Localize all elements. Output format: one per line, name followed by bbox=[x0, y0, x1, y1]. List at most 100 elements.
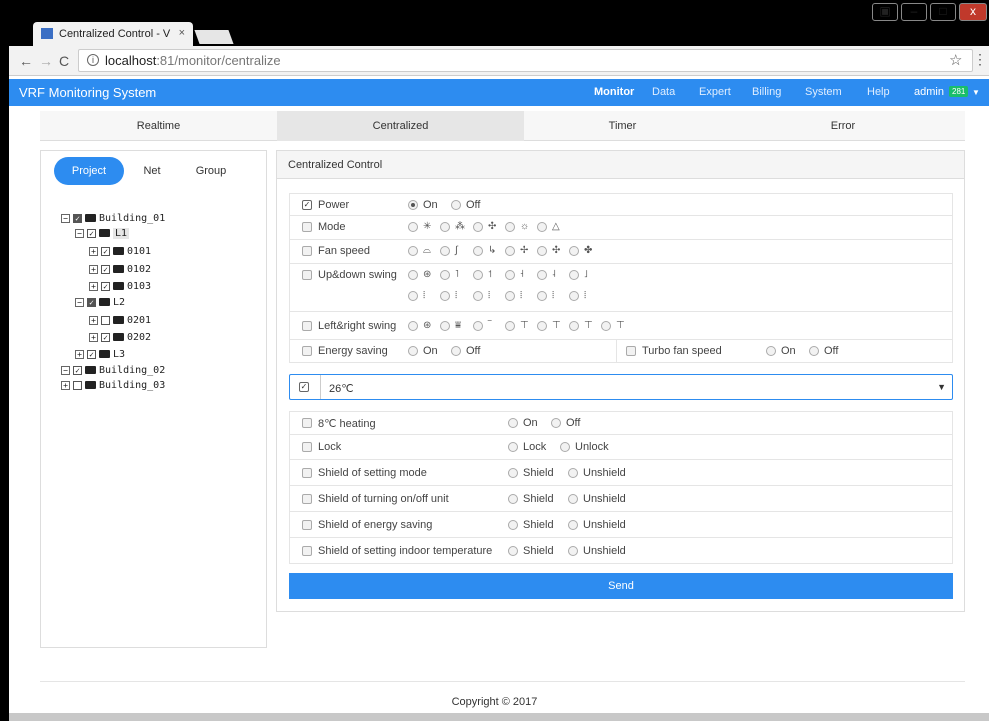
power-off-radio[interactable] bbox=[451, 200, 461, 210]
option-b-radio[interactable] bbox=[560, 442, 570, 452]
tree-node-building-01[interactable]: − ✓ Building_01 bbox=[61, 213, 165, 225]
window-restore-button[interactable]: ▣ bbox=[872, 3, 898, 21]
nav-monitor[interactable]: Monitor bbox=[594, 86, 634, 98]
mode-radio[interactable] bbox=[440, 222, 450, 232]
collapse-icon[interactable]: − bbox=[61, 213, 70, 223]
mode-radio[interactable] bbox=[537, 222, 547, 232]
pill-group[interactable]: Group bbox=[186, 157, 236, 185]
expand-icon[interactable]: + bbox=[61, 380, 70, 390]
option-a-radio[interactable] bbox=[508, 442, 518, 452]
collapse-icon[interactable]: − bbox=[75, 297, 84, 307]
browser-menu-icon[interactable]: ⋮ bbox=[973, 51, 987, 68]
tree-checkbox[interactable]: ✓ bbox=[87, 297, 96, 307]
browser-tab[interactable]: Centralized Control - V × bbox=[33, 22, 193, 46]
turbo-off-radio[interactable] bbox=[809, 346, 819, 356]
swing-radio[interactable] bbox=[473, 270, 483, 280]
power-checkbox[interactable]: ✓ bbox=[302, 200, 312, 210]
nav-expert[interactable]: Expert bbox=[699, 86, 731, 98]
tab-error[interactable]: Error bbox=[721, 111, 965, 141]
option-b-radio[interactable] bbox=[551, 418, 561, 428]
option-a-radio[interactable] bbox=[508, 520, 518, 530]
row-checkbox[interactable] bbox=[302, 468, 312, 478]
reload-icon[interactable]: C bbox=[59, 53, 69, 69]
swing-radio[interactable] bbox=[569, 291, 579, 301]
site-info-icon[interactable]: i bbox=[87, 54, 99, 66]
energy-checkbox[interactable] bbox=[302, 346, 312, 356]
tree-checkbox[interactable]: ✓ bbox=[101, 332, 110, 342]
lr-swing-radio[interactable] bbox=[408, 321, 418, 331]
swing-radio[interactable] bbox=[505, 291, 515, 301]
tree-node-l2[interactable]: − ✓ L2 bbox=[75, 297, 125, 309]
collapse-icon[interactable]: − bbox=[75, 228, 84, 238]
row-checkbox[interactable] bbox=[302, 546, 312, 556]
mode-radio[interactable] bbox=[473, 222, 483, 232]
swing-radio[interactable] bbox=[569, 270, 579, 280]
nav-help[interactable]: Help bbox=[867, 86, 890, 98]
tab-realtime[interactable]: Realtime bbox=[40, 111, 277, 141]
tree-node-l1[interactable]: − ✓ L1 bbox=[75, 228, 130, 240]
lr-swing-radio[interactable] bbox=[505, 321, 515, 331]
fan-radio[interactable] bbox=[440, 246, 450, 256]
nav-system[interactable]: System bbox=[805, 86, 842, 98]
tree-node-building-03[interactable]: + Building_03 bbox=[61, 380, 165, 392]
collapse-icon[interactable]: − bbox=[61, 365, 70, 375]
chevron-down-icon[interactable]: ▼ bbox=[937, 382, 946, 392]
option-b-radio[interactable] bbox=[568, 546, 578, 556]
window-close-button[interactable]: x bbox=[959, 3, 987, 21]
tree-node-l3[interactable]: + ✓ L3 bbox=[75, 349, 125, 361]
swing-radio[interactable] bbox=[408, 291, 418, 301]
lr-swing-radio[interactable] bbox=[473, 321, 483, 331]
mode-radio[interactable] bbox=[505, 222, 515, 232]
swing-radio[interactable] bbox=[537, 270, 547, 280]
option-a-radio[interactable] bbox=[508, 468, 518, 478]
power-on-radio[interactable] bbox=[408, 200, 418, 210]
option-a-radio[interactable] bbox=[508, 546, 518, 556]
window-maximize-button[interactable]: □ bbox=[930, 3, 956, 21]
tree-node-0201[interactable]: +0201 bbox=[89, 315, 151, 327]
expand-icon[interactable]: + bbox=[89, 264, 98, 274]
swing-radio[interactable] bbox=[440, 270, 450, 280]
fan-speed-checkbox[interactable] bbox=[302, 246, 312, 256]
fan-radio[interactable] bbox=[537, 246, 547, 256]
lr-swing-radio[interactable] bbox=[569, 321, 579, 331]
tree-checkbox[interactable] bbox=[101, 315, 110, 325]
temperature-select[interactable]: ✓ 26℃ ▼ bbox=[289, 374, 953, 400]
mode-checkbox[interactable] bbox=[302, 222, 312, 232]
option-b-radio[interactable] bbox=[568, 494, 578, 504]
expand-icon[interactable]: + bbox=[89, 246, 98, 256]
option-b-radio[interactable] bbox=[568, 468, 578, 478]
tree-checkbox[interactable]: ✓ bbox=[101, 264, 110, 274]
energy-on-radio[interactable] bbox=[408, 346, 418, 356]
pill-net[interactable]: Net bbox=[132, 157, 172, 185]
fan-radio[interactable] bbox=[569, 246, 579, 256]
swing-radio[interactable] bbox=[537, 291, 547, 301]
user-dropdown-icon[interactable]: ▼ bbox=[972, 88, 980, 97]
lr-swing-radio[interactable] bbox=[537, 321, 547, 331]
expand-icon[interactable]: + bbox=[89, 315, 98, 325]
nav-billing[interactable]: Billing bbox=[752, 86, 781, 98]
bookmark-star-icon[interactable]: ☆ bbox=[949, 51, 962, 69]
turbo-checkbox[interactable] bbox=[626, 346, 636, 356]
lr-swing-radio[interactable] bbox=[601, 321, 611, 331]
option-a-radio[interactable] bbox=[508, 418, 518, 428]
tree-checkbox[interactable]: ✓ bbox=[101, 246, 110, 256]
forward-arrow-icon[interactable]: → bbox=[39, 53, 53, 69]
mode-radio[interactable] bbox=[408, 222, 418, 232]
option-b-radio[interactable] bbox=[568, 520, 578, 530]
window-minimize-button[interactable]: – bbox=[901, 3, 927, 21]
send-button[interactable]: Send bbox=[289, 573, 953, 599]
swing-radio[interactable] bbox=[408, 270, 418, 280]
pill-project[interactable]: Project bbox=[54, 157, 124, 185]
energy-off-radio[interactable] bbox=[451, 346, 461, 356]
tree-node-0103[interactable]: + ✓ 0103 bbox=[89, 281, 151, 293]
user-menu[interactable]: admin bbox=[914, 86, 944, 98]
tree-checkbox[interactable]: ✓ bbox=[73, 365, 82, 375]
expand-icon[interactable]: + bbox=[89, 281, 98, 291]
fan-radio[interactable] bbox=[473, 246, 483, 256]
expand-icon[interactable]: + bbox=[75, 349, 84, 359]
turbo-on-radio[interactable] bbox=[766, 346, 776, 356]
row-checkbox[interactable] bbox=[302, 442, 312, 452]
tab-timer[interactable]: Timer bbox=[524, 111, 721, 141]
tree-node-building-02[interactable]: − ✓ Building_02 bbox=[61, 365, 165, 377]
swing-radio[interactable] bbox=[440, 291, 450, 301]
